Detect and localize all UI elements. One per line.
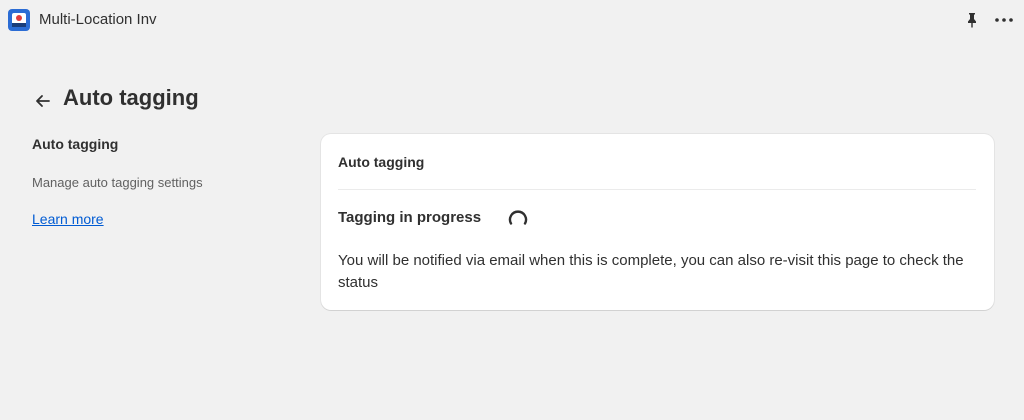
card-title: Auto tagging xyxy=(338,154,425,170)
section-heading: Auto tagging xyxy=(32,136,119,152)
back-button[interactable] xyxy=(32,90,54,112)
more-icon[interactable] xyxy=(993,11,1015,29)
spinner-icon xyxy=(508,210,528,225)
app-logo-icon xyxy=(8,9,30,31)
status-message: You will be notified via email when this… xyxy=(338,252,964,291)
auto-tagging-card: Auto tagging Tagging in progress You wil… xyxy=(321,134,994,310)
learn-more-link[interactable]: Learn more xyxy=(32,211,104,227)
card-divider xyxy=(338,189,976,190)
status-text: Tagging in progress xyxy=(338,209,482,226)
page-title: Auto tagging xyxy=(63,85,199,110)
app-header: Multi-Location Inv xyxy=(0,0,1024,40)
app-title: Multi-Location Inv xyxy=(39,11,157,28)
pin-icon[interactable] xyxy=(963,11,981,29)
section-description: Manage auto tagging settings xyxy=(32,175,203,190)
